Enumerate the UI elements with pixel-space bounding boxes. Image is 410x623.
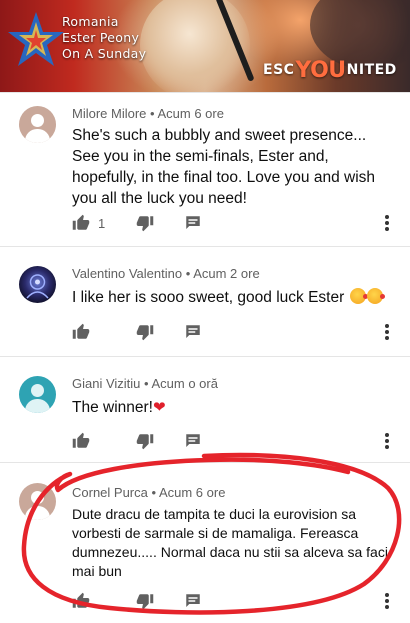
reply-icon bbox=[186, 594, 200, 607]
kissing-face-emoji-icon bbox=[349, 288, 368, 304]
like-button[interactable] bbox=[72, 591, 90, 611]
comment-text: Dute dracu de tampita te duci la eurovis… bbox=[72, 506, 388, 579]
avatar[interactable] bbox=[19, 376, 56, 413]
more-vert-icon bbox=[385, 215, 389, 231]
brand-part-1: ESC bbox=[263, 62, 295, 78]
comment-meta: Valentino Valentino • Acum 2 ore bbox=[72, 266, 260, 281]
comment-author[interactable]: Giani Vizitiu bbox=[72, 376, 140, 391]
reply-button[interactable] bbox=[184, 322, 202, 342]
meta-separator: • bbox=[144, 376, 149, 391]
thumbs-down-icon bbox=[136, 594, 154, 610]
more-vert-icon bbox=[385, 433, 389, 449]
brand-part-3: NITED bbox=[346, 62, 397, 78]
like-button[interactable] bbox=[72, 431, 90, 451]
more-vert-icon bbox=[385, 324, 389, 340]
avatar-art-icon bbox=[26, 274, 49, 299]
thumbs-down-icon bbox=[136, 434, 154, 450]
avatar-head-shape bbox=[31, 491, 44, 504]
comment-menu-button[interactable] bbox=[384, 591, 390, 611]
comment-time: Acum 6 ore bbox=[158, 485, 226, 500]
comment-author[interactable]: Cornel Purca bbox=[72, 485, 148, 500]
video-caption: Romania Ester Peony On A Sunday bbox=[62, 14, 146, 62]
comment-time: Acum 2 ore bbox=[193, 266, 260, 281]
comment-menu-button[interactable] bbox=[384, 213, 390, 233]
comment-text-content: I like her is sooo sweet, good luck Este… bbox=[72, 289, 349, 306]
meta-separator: • bbox=[185, 266, 191, 281]
comment-time: Acum 6 ore bbox=[157, 106, 224, 121]
dislike-button[interactable] bbox=[136, 591, 154, 611]
comment-author[interactable]: Valentino Valentino bbox=[72, 266, 182, 281]
comment-menu-button[interactable] bbox=[384, 431, 390, 451]
meta-separator: • bbox=[150, 106, 155, 121]
avatar-head-shape bbox=[31, 384, 44, 397]
like-button[interactable]: 1 bbox=[72, 213, 105, 233]
reply-icon bbox=[186, 325, 200, 338]
escyounited-logo: ESC YOU NITED bbox=[263, 56, 397, 84]
avatar-body-shape bbox=[25, 129, 50, 143]
comment-meta: Giani Vizitiu • Acum o oră bbox=[72, 376, 218, 391]
caption-song: On A Sunday bbox=[62, 46, 147, 61]
brand-part-2: YOU bbox=[295, 57, 346, 83]
comment-actions: 1 bbox=[72, 213, 402, 233]
comment-item: Cornel Purca • Acum 6 ore Dute dracu de … bbox=[0, 462, 410, 623]
comment-menu-button[interactable] bbox=[384, 322, 390, 342]
comment-text: The winner!❤ bbox=[72, 397, 394, 418]
comment-actions bbox=[72, 431, 402, 451]
thumbs-up-icon bbox=[72, 214, 90, 230]
comment-text: She's such a bubbly and sweet presence..… bbox=[72, 127, 376, 207]
comment-item: Valentino Valentino • Acum 2 ore I like … bbox=[0, 246, 410, 357]
thumbs-down-icon bbox=[136, 325, 154, 341]
reply-button[interactable] bbox=[184, 591, 202, 611]
comment-meta: Cornel Purca • Acum 6 ore bbox=[72, 485, 225, 500]
dislike-button[interactable] bbox=[136, 213, 154, 233]
comment-time: Acum o oră bbox=[151, 376, 218, 391]
heart-emoji-icon: ❤ bbox=[152, 399, 166, 416]
dislike-button[interactable] bbox=[136, 322, 154, 342]
comment-actions bbox=[72, 322, 402, 342]
comment-text: I like her is sooo sweet, good luck Este… bbox=[72, 287, 394, 308]
avatar[interactable] bbox=[19, 483, 56, 520]
thumbs-up-icon bbox=[72, 323, 90, 339]
thumbs-down-icon bbox=[136, 216, 154, 232]
avatar[interactable] bbox=[19, 266, 56, 303]
avatar-head-shape bbox=[31, 114, 44, 127]
like-button[interactable] bbox=[72, 322, 90, 342]
caption-country: Romania bbox=[62, 14, 119, 29]
thumbs-up-icon bbox=[72, 592, 90, 608]
reply-icon bbox=[186, 216, 200, 229]
video-player[interactable]: Romania Ester Peony On A Sunday ESC YOU … bbox=[0, 0, 410, 92]
avatar-body-shape bbox=[25, 506, 50, 520]
video-frame-singer bbox=[140, 0, 250, 92]
comment-author[interactable]: Milore Milore bbox=[72, 106, 146, 121]
comment-item: Milore Milore • Acum 6 ore She's such a … bbox=[0, 92, 410, 247]
comment-actions bbox=[72, 591, 402, 611]
thumbs-up-icon bbox=[72, 432, 90, 448]
reply-button[interactable] bbox=[184, 431, 202, 451]
eurovision-star-logo bbox=[8, 12, 64, 66]
comment-meta: Milore Milore • Acum 6 ore bbox=[72, 106, 224, 121]
comment-item: Giani Vizitiu • Acum o oră The winner!❤ bbox=[0, 356, 410, 463]
reply-button[interactable] bbox=[184, 213, 202, 233]
caption-artist: Ester Peony bbox=[62, 30, 140, 45]
comment-text-content: The winner! bbox=[72, 399, 153, 416]
meta-separator: • bbox=[151, 485, 157, 500]
reply-icon bbox=[186, 434, 200, 447]
more-vert-icon bbox=[385, 593, 389, 609]
like-count: 1 bbox=[98, 215, 106, 231]
avatar[interactable] bbox=[19, 106, 56, 143]
dislike-button[interactable] bbox=[136, 431, 154, 451]
kissing-face-emoji-icon bbox=[366, 288, 385, 304]
avatar-body-shape bbox=[25, 399, 50, 413]
